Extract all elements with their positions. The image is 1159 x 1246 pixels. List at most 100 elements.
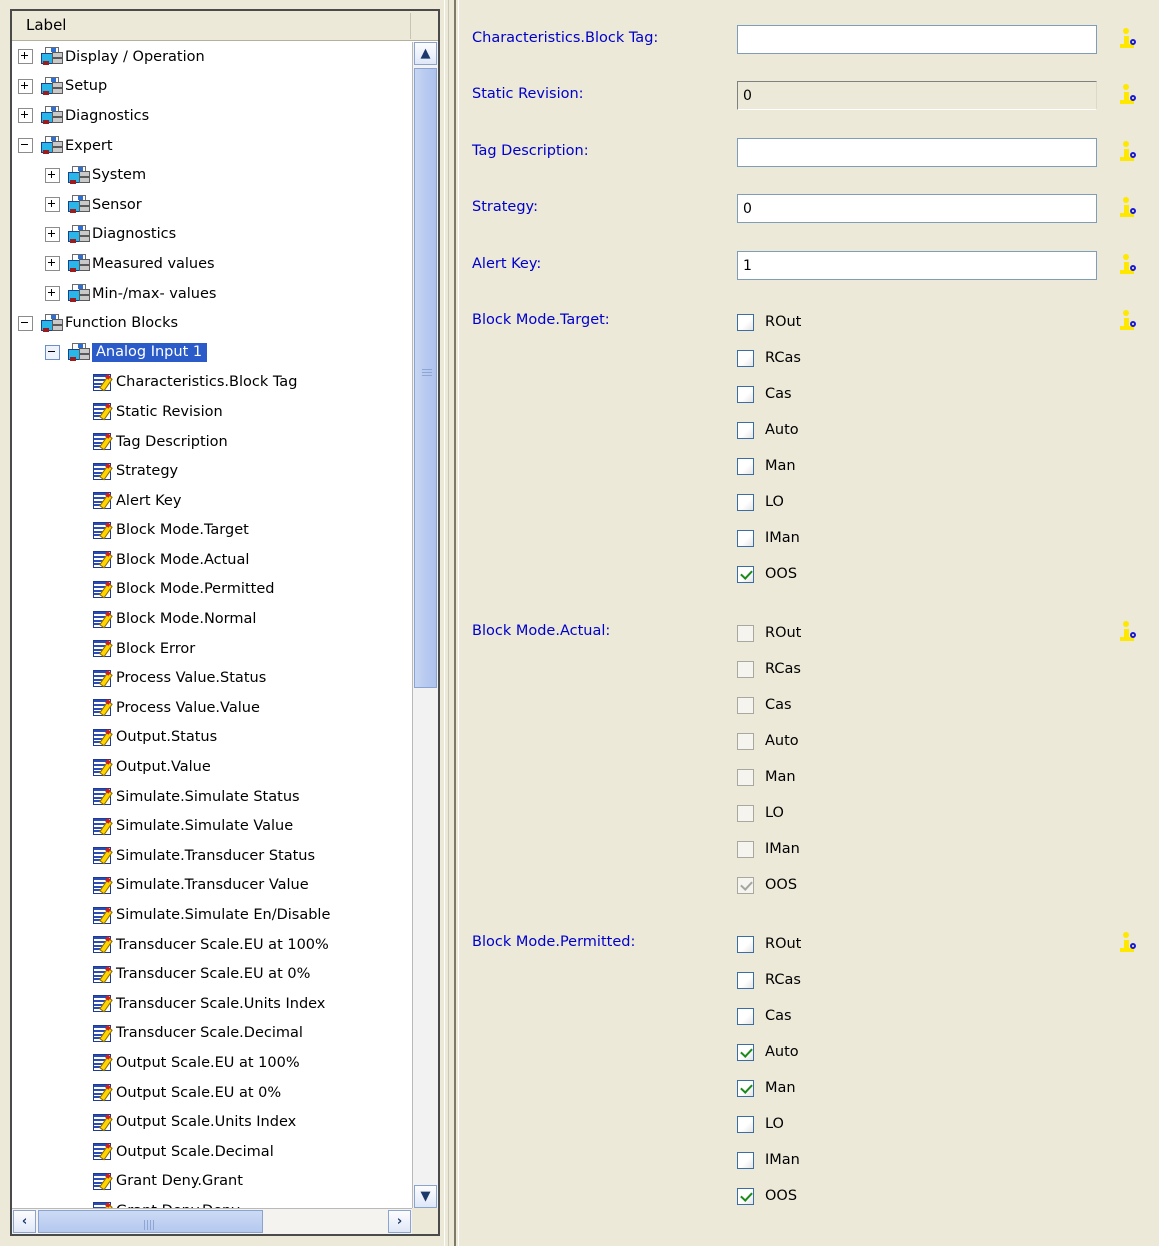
info-icon[interactable] bbox=[1119, 929, 1139, 959]
scroll-up-icon[interactable]: ▲ bbox=[414, 42, 437, 65]
tree-item-system[interactable]: System bbox=[12, 160, 412, 190]
checkbox-man[interactable] bbox=[737, 457, 754, 475]
checkbox-man[interactable] bbox=[737, 1079, 754, 1097]
checkbox-row[interactable]: Cas bbox=[737, 379, 792, 409]
tree-item-simulate-transducer-status[interactable]: Simulate.Transducer Status bbox=[12, 841, 412, 871]
tree-item-block-mode-permitted[interactable]: Block Mode.Permitted bbox=[12, 575, 412, 605]
field-input-characteristics-block-tag[interactable] bbox=[737, 25, 1097, 54]
checkbox-row[interactable]: Auto bbox=[737, 415, 799, 445]
checkbox-row[interactable]: ROut bbox=[737, 929, 801, 959]
checkbox-oos[interactable] bbox=[737, 565, 754, 583]
tree-item-strategy[interactable]: Strategy bbox=[12, 456, 412, 486]
checkbox-row[interactable]: OOS bbox=[737, 559, 797, 589]
checkbox-row[interactable]: Man bbox=[737, 1073, 796, 1103]
tree-horizontal-scrollbar[interactable]: ‹ › bbox=[12, 1208, 412, 1234]
checkbox-row[interactable]: RCas bbox=[737, 965, 801, 995]
tree-item-simulate-simulate-en-disable[interactable]: Simulate.Simulate En/Disable bbox=[12, 900, 412, 930]
tree-item-measured-values[interactable]: Measured values bbox=[12, 249, 412, 279]
panel-splitter[interactable] bbox=[442, 0, 464, 1246]
tree-item-sensor[interactable]: Sensor bbox=[12, 190, 412, 220]
checkbox-rcas[interactable] bbox=[737, 349, 754, 367]
tree-item-grant-deny-deny[interactable]: Grant Deny.Deny bbox=[12, 1196, 412, 1208]
expand-icon[interactable] bbox=[18, 78, 33, 94]
tree-item-setup[interactable]: Setup bbox=[12, 72, 412, 102]
checkbox-cas[interactable] bbox=[737, 1007, 754, 1025]
tree-item-grant-deny-grant[interactable]: Grant Deny.Grant bbox=[12, 1167, 412, 1197]
scroll-right-icon[interactable]: › bbox=[388, 1210, 411, 1233]
tree-item-transducer-scale-eu-at-0[interactable]: Transducer Scale.EU at 0% bbox=[12, 959, 412, 989]
tree-item-output-scale-eu-at-100[interactable]: Output Scale.EU at 100% bbox=[12, 1048, 412, 1078]
tree-item-block-mode-target[interactable]: Block Mode.Target bbox=[12, 516, 412, 546]
tree-item-simulate-simulate-status[interactable]: Simulate.Simulate Status bbox=[12, 782, 412, 812]
tree-item-display-operation[interactable]: Display / Operation bbox=[12, 42, 412, 72]
checkbox-row[interactable]: Man bbox=[737, 451, 796, 481]
tree-item-simulate-simulate-value[interactable]: Simulate.Simulate Value bbox=[12, 811, 412, 841]
checkbox-row[interactable]: IMan bbox=[737, 523, 800, 553]
collapse-icon[interactable] bbox=[45, 345, 60, 361]
info-icon[interactable] bbox=[1119, 81, 1139, 111]
checkbox-row[interactable]: LO bbox=[737, 1109, 784, 1139]
collapse-icon[interactable] bbox=[18, 138, 33, 154]
info-icon[interactable] bbox=[1119, 25, 1139, 55]
info-icon[interactable] bbox=[1119, 251, 1139, 281]
tree-item-output-status[interactable]: Output.Status bbox=[12, 723, 412, 753]
info-icon[interactable] bbox=[1119, 138, 1139, 168]
field-input-alert-key[interactable] bbox=[737, 251, 1097, 280]
checkbox-oos[interactable] bbox=[737, 1187, 754, 1205]
scroll-down-icon[interactable]: ▼ bbox=[414, 1185, 437, 1208]
horizontal-scrollbar-thumb[interactable] bbox=[38, 1210, 263, 1233]
tree-item-transducer-scale-decimal[interactable]: Transducer Scale.Decimal bbox=[12, 1019, 412, 1049]
checkbox-rcas[interactable] bbox=[737, 971, 754, 989]
info-icon[interactable] bbox=[1119, 194, 1139, 224]
expand-icon[interactable] bbox=[45, 197, 60, 213]
tree-item-function-blocks[interactable]: Function Blocks bbox=[12, 308, 412, 338]
checkbox-auto[interactable] bbox=[737, 1043, 754, 1061]
tree-item-min-max-values[interactable]: Min-/max- values bbox=[12, 279, 412, 309]
tree-item-characteristics-block-tag[interactable]: Characteristics.Block Tag bbox=[12, 368, 412, 398]
checkbox-rout[interactable] bbox=[737, 313, 754, 331]
checkbox-row[interactable]: LO bbox=[737, 487, 784, 517]
expand-icon[interactable] bbox=[18, 108, 33, 124]
tree-item-tag-description[interactable]: Tag Description bbox=[12, 427, 412, 457]
tree-item-output-scale-units-index[interactable]: Output Scale.Units Index bbox=[12, 1107, 412, 1137]
tree-item-process-value-value[interactable]: Process Value.Value bbox=[12, 693, 412, 723]
checkbox-rout[interactable] bbox=[737, 935, 754, 953]
tree-item-block-mode-normal[interactable]: Block Mode.Normal bbox=[12, 604, 412, 634]
tree-item-output-scale-decimal[interactable]: Output Scale.Decimal bbox=[12, 1137, 412, 1167]
tree-item-simulate-transducer-value[interactable]: Simulate.Transducer Value bbox=[12, 871, 412, 901]
checkbox-lo[interactable] bbox=[737, 1115, 754, 1133]
field-input-tag-description[interactable] bbox=[737, 138, 1097, 167]
checkbox-row[interactable]: ROut bbox=[737, 307, 801, 337]
tree-item-expert[interactable]: Expert bbox=[12, 131, 412, 161]
tree-item-analog-input-1[interactable]: Analog Input 1 bbox=[12, 338, 412, 368]
tree-item-diagnostics[interactable]: Diagnostics bbox=[12, 101, 412, 131]
checkbox-row[interactable]: Auto bbox=[737, 1037, 799, 1067]
checkbox-cas[interactable] bbox=[737, 385, 754, 403]
checkbox-row[interactable]: Cas bbox=[737, 1001, 792, 1031]
tree-vertical-scrollbar[interactable]: ▲ ▼ bbox=[412, 42, 438, 1208]
checkbox-row[interactable]: OOS bbox=[737, 1181, 797, 1211]
vertical-scrollbar-thumb[interactable] bbox=[414, 68, 437, 688]
checkbox-iman[interactable] bbox=[737, 529, 754, 547]
tree-item-transducer-scale-eu-at-100[interactable]: Transducer Scale.EU at 100% bbox=[12, 930, 412, 960]
tree-column-header[interactable]: Label bbox=[12, 11, 438, 41]
checkbox-iman[interactable] bbox=[737, 1151, 754, 1169]
expand-icon[interactable] bbox=[45, 167, 60, 183]
expand-icon[interactable] bbox=[45, 256, 60, 272]
scroll-left-icon[interactable]: ‹ bbox=[13, 1210, 36, 1233]
expand-icon[interactable] bbox=[18, 49, 33, 65]
tree-item-alert-key[interactable]: Alert Key bbox=[12, 486, 412, 516]
checkbox-row[interactable]: RCas bbox=[737, 343, 801, 373]
field-input-strategy[interactable] bbox=[737, 194, 1097, 223]
info-icon[interactable] bbox=[1119, 618, 1139, 648]
tree-item-static-revision[interactable]: Static Revision bbox=[12, 397, 412, 427]
tree-item-output-value[interactable]: Output.Value bbox=[12, 752, 412, 782]
expand-icon[interactable] bbox=[45, 286, 60, 302]
collapse-icon[interactable] bbox=[18, 315, 33, 331]
tree-item-transducer-scale-units-index[interactable]: Transducer Scale.Units Index bbox=[12, 989, 412, 1019]
tree-item-process-value-status[interactable]: Process Value.Status bbox=[12, 663, 412, 693]
checkbox-auto[interactable] bbox=[737, 421, 754, 439]
tree-item-block-error[interactable]: Block Error bbox=[12, 634, 412, 664]
tree-item-block-mode-actual[interactable]: Block Mode.Actual bbox=[12, 545, 412, 575]
checkbox-lo[interactable] bbox=[737, 493, 754, 511]
